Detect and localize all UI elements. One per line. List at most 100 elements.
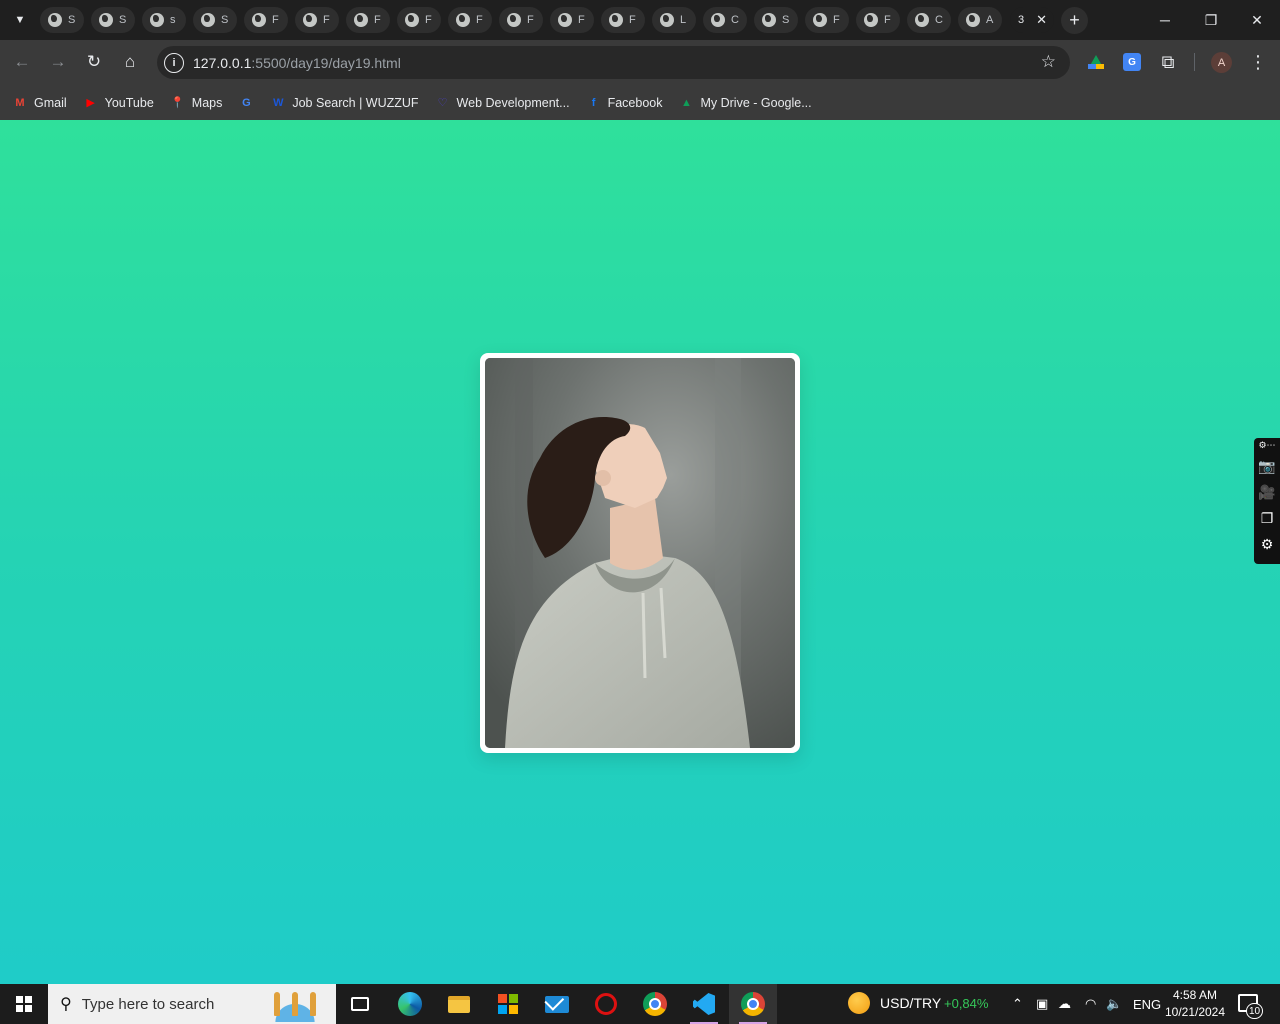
volume-icon[interactable]: 🔈	[1106, 984, 1122, 1024]
maps-icon: 📍	[170, 97, 185, 109]
bookmark-item[interactable]: M Gmail	[12, 95, 66, 111]
home-icon[interactable]: ⌂	[116, 48, 144, 76]
tab[interactable]: S	[193, 7, 237, 33]
task-view-button[interactable]	[336, 984, 384, 1024]
tab[interactable]: F	[244, 7, 288, 33]
system-clock[interactable]: 4:58 AM 10/21/2024	[1160, 987, 1230, 1021]
more-menu-icon[interactable]: ⋮	[1249, 49, 1267, 75]
globe-icon	[48, 13, 62, 27]
currency-pair[interactable]: USD/TRY	[880, 995, 941, 1011]
tab[interactable]: F	[856, 7, 900, 33]
onedrive-cloud-icon[interactable]: ☁	[1058, 984, 1071, 1024]
wifi-icon[interactable]: ◠	[1085, 984, 1096, 1024]
tab[interactable]: C	[703, 7, 747, 33]
chrome-icon	[643, 992, 667, 1016]
url-path: :5500/day19/day19.html	[251, 54, 401, 71]
close-window-button[interactable]: ✕	[1234, 0, 1280, 40]
globe-icon	[303, 13, 317, 27]
currency-change[interactable]: +0,84%	[944, 996, 988, 1011]
bookmark-item[interactable]: f Facebook	[586, 95, 663, 111]
language-indicator[interactable]: ENG	[1133, 984, 1161, 1024]
taskbar-mail[interactable]	[533, 984, 581, 1024]
google-drive-extension-icon[interactable]	[1085, 51, 1107, 73]
globe-icon	[813, 13, 827, 27]
tab[interactable]: F	[805, 7, 849, 33]
tab[interactable]: F	[550, 7, 594, 33]
tab[interactable]: F	[295, 7, 339, 33]
browser-toolbar: ← → ↻ ⌂ i 127.0.0.1:5500/day19/day19.htm…	[0, 40, 1280, 85]
tab[interactable]: F	[601, 7, 645, 33]
extensions-puzzle-icon[interactable]: ⧉	[1157, 51, 1179, 73]
clock-time: 4:58 AM	[1172, 988, 1218, 1002]
profile-avatar[interactable]: A	[1211, 52, 1232, 73]
tab[interactable]: S	[40, 7, 84, 33]
bookmark-item[interactable]: W Job Search | WUZZUF	[270, 95, 418, 111]
google-translate-extension-icon[interactable]: G	[1121, 51, 1143, 73]
tab[interactable]: S	[91, 7, 135, 33]
tab-close-icon[interactable]: ✕	[1036, 12, 1047, 28]
taskbar-store[interactable]	[484, 984, 532, 1024]
tab[interactable]: S	[754, 7, 798, 33]
tab[interactable]: F	[397, 7, 441, 33]
bookmark-item[interactable]: 📍 Maps	[170, 95, 223, 111]
chrome-profile-icon	[741, 992, 765, 1016]
tab[interactable]: A	[958, 7, 1002, 33]
tab-label: A	[986, 14, 994, 26]
address-bar[interactable]: i 127.0.0.1:5500/day19/day19.html ☆	[157, 46, 1070, 79]
taskbar-file-explorer[interactable]	[435, 984, 483, 1024]
image-card	[480, 353, 800, 753]
globe-icon	[456, 13, 470, 27]
tab[interactable]: F	[448, 7, 492, 33]
taskbar-edge[interactable]	[386, 984, 434, 1024]
tab[interactable]: L	[652, 7, 696, 33]
tab-label: F	[374, 14, 381, 26]
tab-active[interactable]: 3 ✕	[1010, 7, 1054, 33]
windows-stack-icon[interactable]: ❐	[1261, 508, 1274, 528]
bookmark-item[interactable]: ▶ YouTube	[83, 95, 154, 111]
back-arrow-icon[interactable]: ←	[8, 48, 36, 76]
new-tab-button[interactable]: +	[1061, 7, 1088, 34]
coins-icon[interactable]	[848, 992, 870, 1014]
tab[interactable]: C	[907, 7, 951, 33]
taskbar-vpn[interactable]	[582, 984, 630, 1024]
globe-icon	[660, 13, 674, 27]
mail-icon	[545, 995, 569, 1013]
windows-logo-icon	[16, 996, 32, 1012]
wuzzuf-icon: W	[273, 96, 284, 109]
taskbar-chrome-profile[interactable]	[729, 984, 777, 1024]
tab-label: F	[884, 14, 891, 26]
bookmark-item[interactable]: ▲ My Drive - Google...	[678, 95, 812, 111]
globe-icon	[405, 13, 419, 27]
globe-icon	[558, 13, 572, 27]
settings-gear-icon[interactable]: ⚙	[1261, 534, 1274, 554]
tab[interactable]: F	[499, 7, 543, 33]
camera-icon[interactable]: 📷	[1258, 456, 1275, 476]
forward-arrow-icon[interactable]: →	[44, 48, 72, 76]
minimize-button[interactable]: ─	[1142, 0, 1188, 40]
tab-search-chevron-icon[interactable]: ▼	[8, 8, 32, 32]
show-hidden-icons-chevron-icon[interactable]: ⌃	[1012, 984, 1023, 1024]
bookmark-item[interactable]: G	[238, 95, 254, 111]
taskbar-vscode[interactable]	[680, 984, 728, 1024]
tab-label: F	[833, 14, 840, 26]
google-icon: G	[242, 96, 251, 109]
tab[interactable]: s	[142, 7, 186, 33]
bookmark-label: YouTube	[104, 95, 154, 110]
restore-button[interactable]: ❐	[1188, 0, 1234, 40]
url-text[interactable]: 127.0.0.1:5500/day19/day19.html	[193, 55, 401, 71]
bookmark-item[interactable]: ♡ Web Development...	[435, 95, 570, 111]
tab-label: L	[680, 14, 687, 26]
video-camera-icon[interactable]: 🎥	[1258, 482, 1275, 502]
reload-icon[interactable]: ↻	[80, 48, 108, 76]
site-info-icon[interactable]: i	[164, 52, 184, 73]
bookmark-label: Maps	[191, 95, 223, 110]
taskbar-chrome[interactable]	[631, 984, 679, 1024]
tab-label: F	[578, 14, 585, 26]
meet-now-icon[interactable]: ▣	[1036, 984, 1048, 1024]
taskbar-search-box[interactable]: ⚲ Type here to search	[48, 984, 336, 1024]
tab[interactable]: F	[346, 7, 390, 33]
capture-menu-icon[interactable]: ⚙⋯	[1258, 440, 1275, 450]
bookmark-star-icon[interactable]: ☆	[1041, 52, 1056, 72]
start-button[interactable]	[0, 984, 48, 1024]
task-view-icon	[351, 997, 369, 1011]
